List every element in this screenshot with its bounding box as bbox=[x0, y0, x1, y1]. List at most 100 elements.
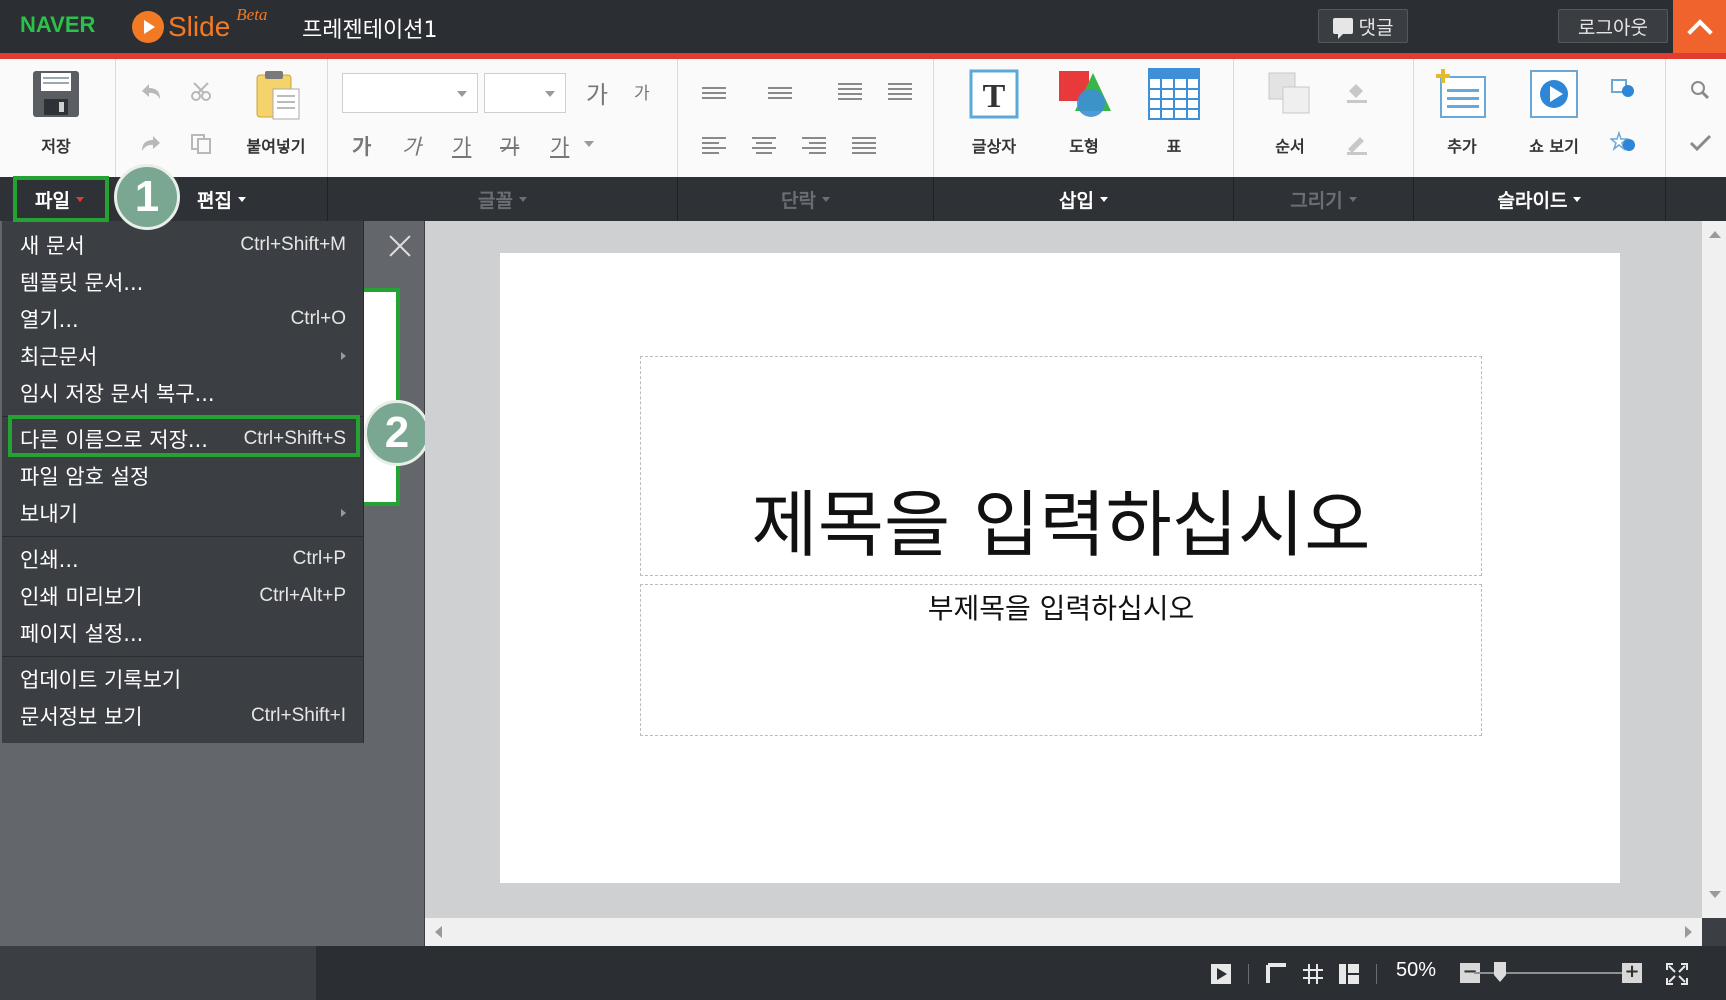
zoom-slider-thumb[interactable] bbox=[1494, 962, 1506, 982]
shape-label: 도형 bbox=[1069, 137, 1099, 156]
find-icon[interactable] bbox=[1688, 79, 1714, 101]
fit-to-window-icon[interactable] bbox=[1666, 963, 1688, 985]
font-size-select[interactable] bbox=[484, 73, 566, 113]
scroll-left-icon[interactable] bbox=[435, 926, 442, 938]
numbered-list-icon[interactable] bbox=[702, 87, 726, 105]
show-slideshow-button[interactable]: 쇼 보기 bbox=[1514, 67, 1594, 157]
order-button[interactable]: 순서 bbox=[1250, 67, 1330, 157]
document-title[interactable]: 프레젠테이션1 bbox=[302, 12, 437, 44]
order-label: 순서 bbox=[1275, 137, 1305, 156]
ribbon-group-edit: 붙여넣기 bbox=[116, 59, 328, 177]
chevron-down-icon[interactable] bbox=[584, 141, 594, 147]
fill-color-icon[interactable] bbox=[1344, 81, 1370, 103]
copy-icon[interactable] bbox=[188, 133, 214, 155]
file-dropdown-menu: 새 문서 Ctrl+Shift+M 템플릿 문서... 열기... Ctrl+O 최… bbox=[2, 221, 364, 743]
insert-menu-button[interactable]: 삽입 bbox=[934, 177, 1234, 221]
subtitle-placeholder[interactable]: 부제목을 입력하십시오 bbox=[640, 584, 1482, 736]
menu-item-update-history[interactable]: 업데이트 기록보기 bbox=[2, 661, 364, 697]
title-placeholder-text: 제목을 입력하십시오 bbox=[751, 483, 1371, 567]
scroll-right-icon[interactable] bbox=[1685, 926, 1692, 938]
align-justify-icon[interactable] bbox=[852, 137, 876, 155]
slide-animation-icon[interactable] bbox=[1608, 130, 1636, 153]
menu-item-template-document[interactable]: 템플릿 문서... bbox=[2, 264, 364, 300]
guides-icon[interactable] bbox=[1266, 963, 1288, 985]
menu-item-recover-temp[interactable]: 임시 저장 문서 복구... bbox=[2, 375, 364, 411]
decrease-indent-icon[interactable] bbox=[838, 83, 862, 101]
align-center-icon[interactable] bbox=[752, 137, 776, 155]
undo-icon[interactable] bbox=[138, 81, 164, 103]
line-color-icon[interactable] bbox=[1344, 133, 1370, 155]
font-size-decrease-button[interactable]: 가 bbox=[634, 79, 650, 104]
scroll-up-icon[interactable] bbox=[1709, 231, 1721, 238]
underline-button[interactable]: 가 bbox=[452, 131, 471, 161]
menu-item-document-info[interactable]: 문서정보 보기 Ctrl+Shift+I bbox=[2, 698, 364, 734]
menu-item-open[interactable]: 열기... Ctrl+O bbox=[2, 301, 364, 337]
bold-button[interactable]: 가 bbox=[352, 131, 371, 161]
menu-item-password[interactable]: 파일 암호 설정 bbox=[2, 458, 364, 494]
menu-item-label: 파일 암호 설정 bbox=[20, 465, 150, 489]
menu-item-label: 인쇄... bbox=[20, 548, 79, 572]
slide-transition-icon[interactable] bbox=[1610, 77, 1636, 99]
paste-button[interactable]: 붙여넣기 bbox=[236, 67, 316, 157]
save-label: 저장 bbox=[41, 137, 71, 156]
menu-item-recent-documents[interactable]: 최근문서 bbox=[2, 338, 364, 374]
menu-item-label: 업데이트 기록보기 bbox=[20, 668, 182, 692]
slide-sorter-icon[interactable] bbox=[1338, 963, 1360, 985]
table-icon bbox=[1147, 67, 1201, 121]
ribbon-group-more bbox=[1666, 59, 1726, 177]
highlight-file-menu bbox=[13, 176, 109, 222]
spellcheck-icon[interactable] bbox=[1688, 133, 1714, 155]
comment-button[interactable]: 댓글 bbox=[1318, 9, 1408, 43]
arrange-icon bbox=[1263, 67, 1317, 121]
grid-icon[interactable] bbox=[1302, 963, 1324, 985]
menu-item-label: 문서정보 보기 bbox=[20, 705, 143, 729]
menu-item-shortcut: Ctrl+Alt+P bbox=[259, 585, 346, 606]
menu-item-page-setup[interactable]: 페이지 설정... bbox=[2, 615, 364, 651]
italic-button[interactable]: 가 bbox=[402, 131, 421, 161]
status-bar-left-panel bbox=[0, 946, 316, 1000]
menu-item-label: 보내기 bbox=[20, 502, 78, 526]
redo-icon[interactable] bbox=[138, 133, 164, 155]
menu-item-print-preview[interactable]: 인쇄 미리보기 Ctrl+Alt+P bbox=[2, 578, 364, 614]
font-family-select[interactable] bbox=[342, 73, 478, 113]
save-button[interactable]: 저장 bbox=[16, 67, 96, 157]
menu-item-print[interactable]: 인쇄... Ctrl+P bbox=[2, 541, 364, 577]
text-box-button[interactable]: T 글상자 bbox=[954, 67, 1034, 157]
increase-indent-icon[interactable] bbox=[888, 83, 912, 101]
slide-thumbnail[interactable] bbox=[362, 288, 400, 506]
font-menu-button[interactable]: 글꼴 bbox=[328, 177, 678, 221]
align-right-icon[interactable] bbox=[802, 137, 826, 155]
table-button[interactable]: 표 bbox=[1134, 67, 1214, 157]
zoom-in-button[interactable]: + bbox=[1622, 963, 1642, 983]
menu-item-export[interactable]: 보내기 bbox=[2, 495, 364, 531]
add-slide-icon bbox=[1435, 67, 1489, 121]
horizontal-scrollbar[interactable] bbox=[425, 918, 1702, 946]
status-divider bbox=[1248, 964, 1249, 984]
collapse-ribbon-button[interactable] bbox=[1673, 0, 1726, 53]
bulleted-list-icon[interactable] bbox=[768, 87, 792, 105]
menu-item-label: 인쇄 미리보기 bbox=[20, 585, 143, 609]
close-icon[interactable] bbox=[386, 232, 414, 260]
play-slideshow-icon[interactable] bbox=[1210, 963, 1232, 985]
add-slide-label: 추가 bbox=[1447, 137, 1477, 156]
scroll-down-icon[interactable] bbox=[1709, 891, 1721, 898]
title-placeholder[interactable]: 제목을 입력하십시오 bbox=[640, 356, 1482, 576]
naver-logo[interactable]: NAVER bbox=[20, 12, 95, 38]
text-box-icon: T bbox=[967, 67, 1021, 121]
ribbon-toolbar: 저장 붙여넣기 가 가 가 가 가 가 가 T 글상자 도형 표 순서 추가 쇼… bbox=[0, 59, 1726, 177]
menu-item-new-document[interactable]: 새 문서 Ctrl+Shift+M bbox=[2, 227, 364, 263]
cut-icon[interactable] bbox=[188, 81, 214, 103]
shape-button[interactable]: 도형 bbox=[1044, 67, 1124, 157]
strikethrough-button[interactable]: 가 bbox=[500, 131, 519, 161]
step-badge-1: 1 bbox=[114, 164, 180, 230]
vertical-scrollbar[interactable] bbox=[1702, 221, 1726, 918]
slide-menu-button[interactable]: 슬라이드 bbox=[1414, 177, 1666, 221]
paragraph-menu-button[interactable]: 단락 bbox=[678, 177, 934, 221]
align-left-icon[interactable] bbox=[702, 137, 726, 155]
logout-button[interactable]: 로그아웃 bbox=[1558, 9, 1668, 43]
font-size-increase-button[interactable]: 가 bbox=[586, 75, 608, 110]
add-slide-button[interactable]: 추가 bbox=[1422, 67, 1502, 157]
font-color-button[interactable]: 가 bbox=[550, 131, 569, 161]
draw-menu-button[interactable]: 그리기 bbox=[1234, 177, 1414, 221]
slide-logo[interactable]: Slide Beta bbox=[132, 5, 267, 44]
